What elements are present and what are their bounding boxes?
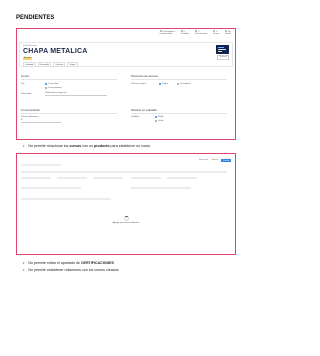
bold-term: producto: [93, 144, 110, 148]
course-stats-bar: 0 Estudiantes 0 matriculados 0 Unidades 0E…: [159, 30, 231, 36]
notificaciones-label: Permitir notificaciones: [21, 116, 39, 118]
radio-online[interactable]: Curso online: [45, 82, 59, 85]
stat-sub: 0 matriculados: [159, 33, 173, 36]
radio-label: Curso presencial: [48, 86, 62, 89]
radio-empty-icon: [155, 119, 157, 122]
stat-item: 0 Evaluaciones: [195, 30, 207, 36]
options-button[interactable]: Opciones: [217, 55, 229, 60]
course-thumbnail[interactable]: [216, 45, 229, 54]
notificaciones-select[interactable]: Sí: [21, 119, 61, 123]
bullet-text: No permite editar el apartado de CERTIFI…: [28, 261, 114, 265]
stat-icon: [224, 30, 227, 32]
bullet-text: No permite establecer relaciones con los…: [28, 268, 119, 272]
bullet-item: • No permite establecer relaciones con l…: [23, 268, 119, 272]
text-segment: con un: [81, 144, 94, 148]
text-segment: No permite editar el apartado de: [28, 261, 81, 265]
course-tabs: Contenido Descripción Opciones Grupos: [23, 62, 78, 68]
status-badge: Borrador: [23, 56, 32, 60]
loading-indicator: Agregar una nueva certificación: [111, 216, 141, 224]
radio-label: Visible: [158, 115, 164, 118]
text-segment: No permite relacionar los: [28, 144, 70, 148]
politica-label: Política de registro: [131, 83, 146, 85]
placeholder-bar: [93, 177, 123, 179]
radio-label: Oculto: [158, 119, 164, 122]
stat-item: 0 Unidades: [180, 30, 190, 36]
placeholder-bar: [57, 177, 87, 179]
radio-label: Público: [162, 82, 168, 85]
stat-label: Unidades: [180, 33, 190, 36]
visibilidad-label: Visibilidad: [131, 116, 140, 118]
radio-privado[interactable]: Por invitación: [177, 82, 191, 85]
radio-label: Por invitación: [180, 82, 191, 85]
stat-item: 0 Temas: [213, 30, 219, 36]
page-heading: PENDIENTES: [16, 15, 55, 21]
stat-item[interactable]: Ver detalle: [224, 30, 231, 36]
section-title-mostrar: Mostrar en pantalla: [131, 108, 157, 112]
thumbnail-graphic: [218, 49, 226, 50]
bullet-item: • No permite editar el apartado de CERTI…: [23, 261, 114, 265]
responsable-label: Responsable: [21, 93, 32, 95]
radio-empty-icon: [45, 86, 47, 89]
radio-empty-icon: [177, 82, 179, 85]
section-title-comunicacion: Comunicación: [21, 108, 41, 112]
section-title-acceso: Permisos de acceso: [131, 74, 159, 78]
save-button[interactable]: Guardar: [221, 159, 231, 162]
radio-presencial[interactable]: Curso presencial: [45, 86, 62, 89]
stat-sub: detalle: [224, 33, 231, 36]
course-settings-screenshot: 0 Estudiantes 0 matriculados 0 Unidades 0E…: [16, 28, 236, 140]
bullet-icon: •: [23, 143, 25, 148]
stat-label: Temas: [213, 33, 219, 36]
tab-contenido[interactable]: Contenido: [23, 62, 36, 68]
text-segment: para establecer un costo.: [109, 144, 151, 148]
stat-label: Evaluaciones: [195, 33, 208, 36]
stat-icon: [180, 30, 183, 32]
placeholder-bar: [131, 187, 191, 189]
bold-term: CERTIFICACIONES: [80, 261, 114, 265]
radio-selected-icon: [159, 82, 161, 85]
bullet-item: • No permite relacionar los cursos con u…: [23, 144, 151, 148]
top-actions: Vista previa Cancelar Guardar: [199, 159, 231, 162]
radio-oculto[interactable]: Oculto: [155, 119, 164, 122]
radio-publico[interactable]: Público: [159, 82, 168, 85]
responsable-field[interactable]: Catalán Garcia, Jorge Luis: [45, 92, 107, 96]
stat-item: 0 Estudiantes 0 matriculados: [159, 30, 175, 36]
bold-term: cursos: [69, 144, 82, 148]
placeholder-bar: [131, 177, 161, 179]
bullet-icon: •: [23, 267, 25, 272]
tipo-label: Tipo: [21, 83, 25, 85]
placeholder-bar: [21, 177, 51, 179]
preview-link[interactable]: Vista previa: [199, 159, 208, 162]
course-title[interactable]: CHAPA METALICA: [23, 48, 88, 55]
tab-descripcion[interactable]: Descripción: [37, 62, 52, 68]
thumbnail-graphic: [218, 51, 222, 52]
bullet-icon: •: [23, 260, 25, 265]
tab-opciones[interactable]: Opciones: [53, 62, 66, 68]
loading-text: Agregar una nueva certificación: [112, 222, 140, 224]
stat-icon: [213, 30, 216, 32]
stat-icon: [195, 30, 198, 32]
placeholder-bar: [21, 164, 61, 166]
cancel-link[interactable]: Cancelar: [211, 159, 218, 162]
radio-selected-icon: [155, 115, 157, 118]
course-header-card: Título del curso CHAPA METALICA Borrador…: [19, 42, 233, 68]
section-title-curso: Curso: [21, 74, 30, 78]
placeholder-bar: [21, 171, 227, 173]
course-title-label: Título del curso: [23, 45, 37, 47]
spinner-icon: [123, 216, 129, 221]
placeholder-bar: [167, 177, 197, 179]
placeholder-bar: [21, 187, 81, 189]
radio-selected-icon: [45, 82, 47, 85]
radio-visible[interactable]: Visible: [155, 115, 164, 118]
placeholder-bar: [21, 198, 111, 200]
bullet-text: No permite relacionar los cursos con un …: [28, 144, 150, 148]
certification-screenshot: Vista previa Cancelar Guardar Agregar un…: [16, 153, 236, 255]
radio-label: Curso online: [48, 82, 59, 85]
tab-grupos[interactable]: Grupos: [67, 62, 78, 68]
thumbnail-graphic: [218, 47, 224, 48]
stat-icon: [159, 30, 162, 32]
